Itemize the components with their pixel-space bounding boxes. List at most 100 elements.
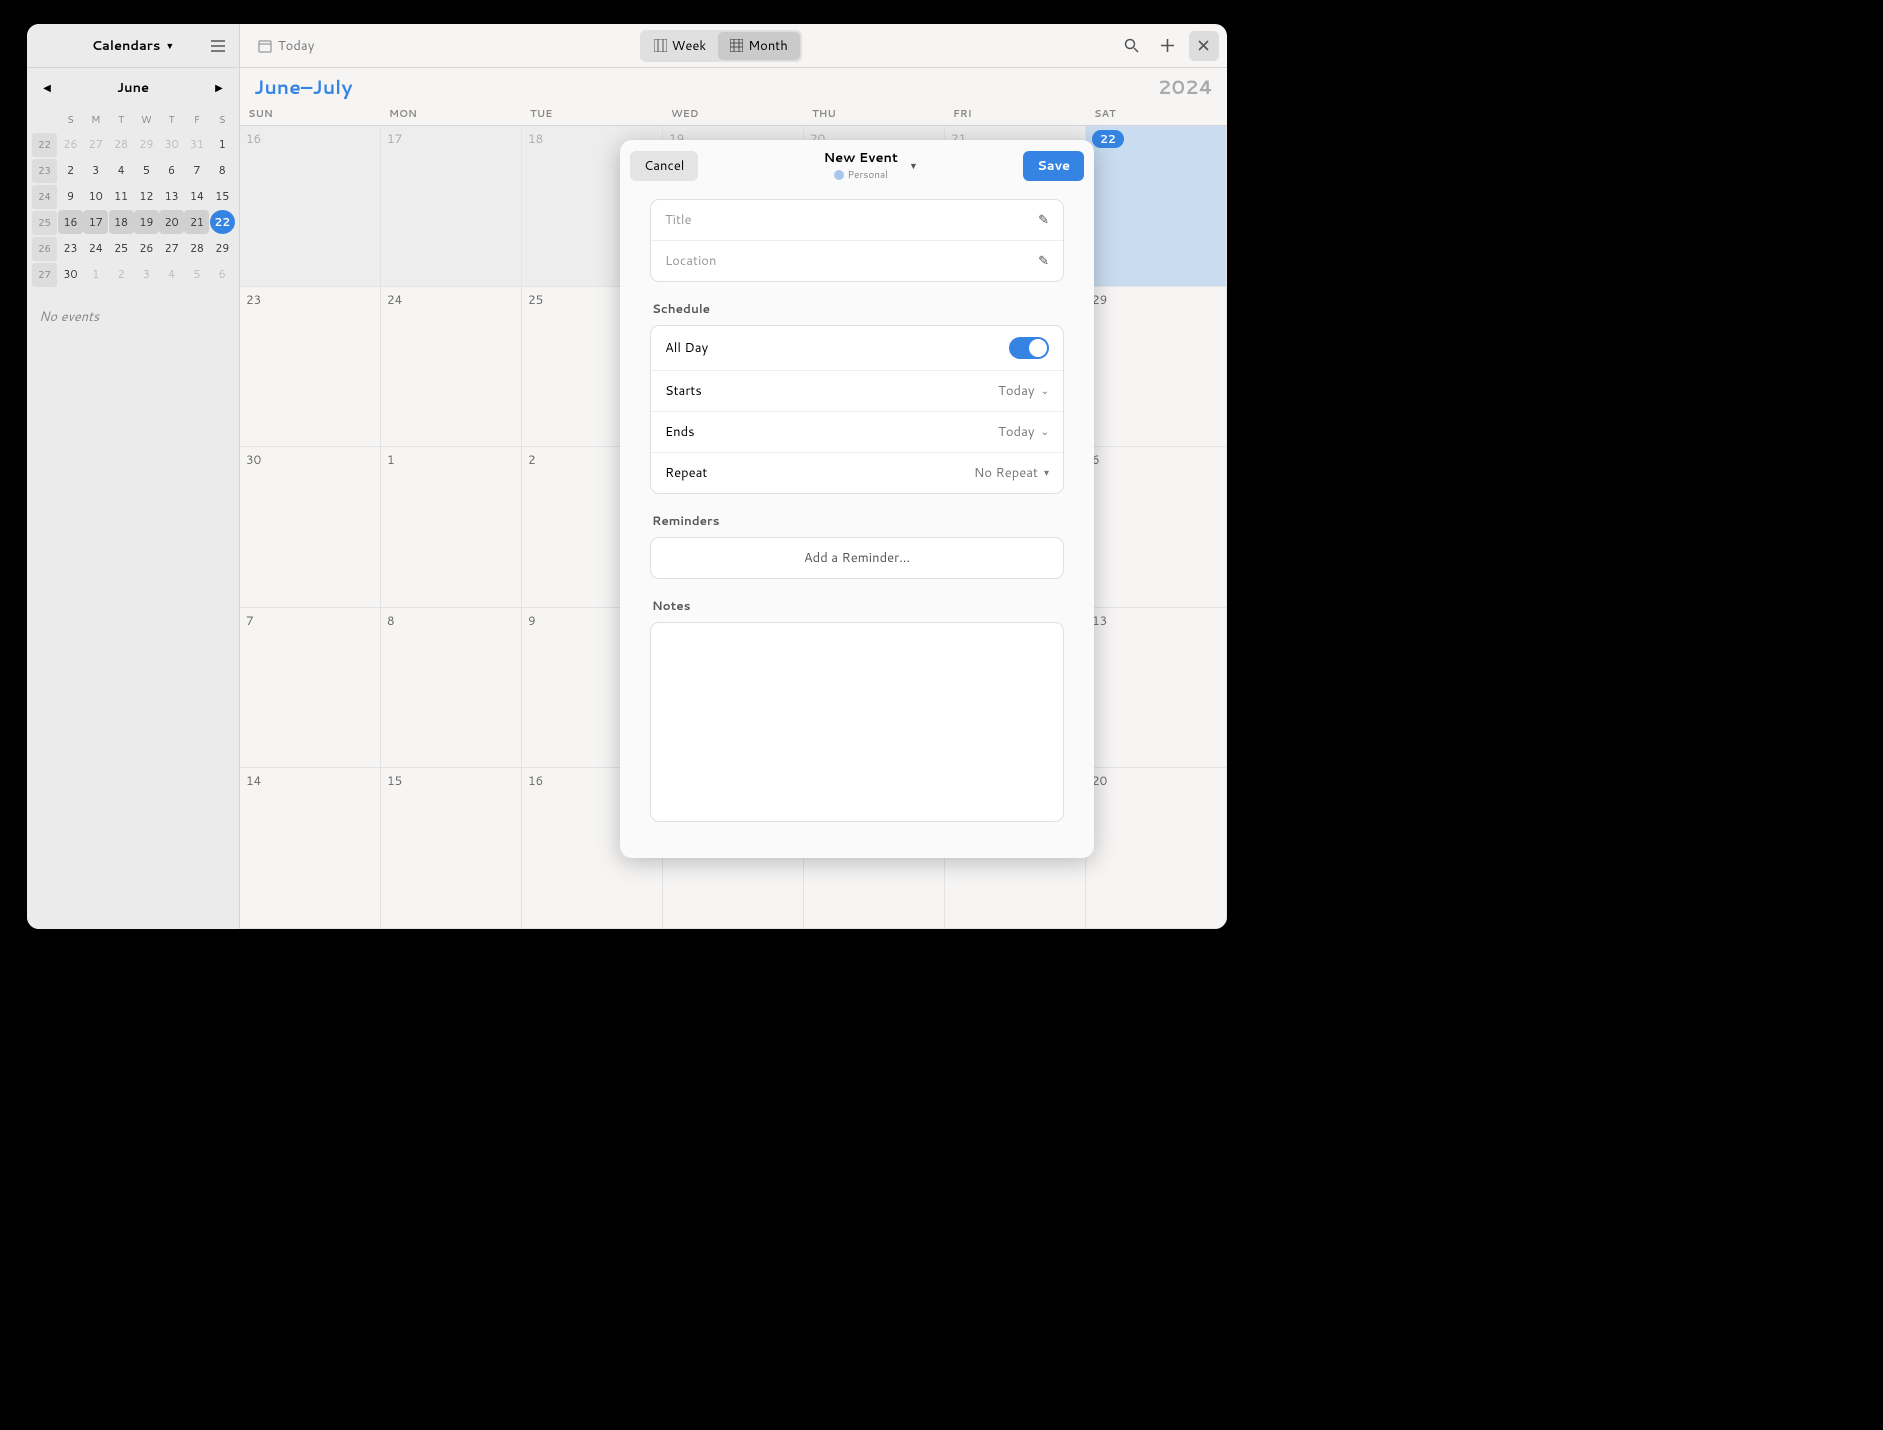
- mini-day[interactable]: 3: [83, 158, 108, 182]
- mini-day[interactable]: 3: [134, 262, 159, 286]
- mini-day[interactable]: 6: [159, 158, 184, 182]
- day-cell[interactable]: 24: [381, 287, 522, 448]
- day-cell[interactable]: 30: [240, 447, 381, 608]
- mini-dow: S: [210, 108, 235, 132]
- starts-row[interactable]: Starts Today⌄: [651, 371, 1063, 412]
- mini-day[interactable]: 18: [109, 210, 134, 234]
- topbar: Today Week Month: [240, 24, 1227, 68]
- mini-day[interactable]: 25: [109, 236, 134, 260]
- day-cell[interactable]: 22: [1086, 126, 1227, 287]
- next-month-button[interactable]: ▶: [209, 78, 229, 98]
- new-event-button[interactable]: [1153, 31, 1183, 61]
- cancel-button[interactable]: Cancel: [630, 151, 698, 181]
- prev-month-button[interactable]: ◀: [37, 78, 57, 98]
- starts-label: Starts: [665, 382, 702, 400]
- schedule-label: Schedule: [652, 300, 1062, 317]
- mini-day[interactable]: 8: [210, 158, 235, 182]
- close-button[interactable]: [1189, 31, 1219, 61]
- mini-calendar: ◀ June ▶ SMTWTFS222627282930311232345678…: [27, 68, 239, 294]
- mini-day[interactable]: 12: [134, 184, 159, 208]
- no-events-label: No events: [27, 294, 239, 340]
- day-cell[interactable]: 14: [240, 768, 381, 929]
- pencil-icon: ✎: [1038, 211, 1049, 229]
- mini-day[interactable]: 5: [184, 262, 209, 286]
- calendar-dropdown-icon[interactable]: ▼: [909, 159, 918, 172]
- month-view-button[interactable]: Month: [718, 32, 800, 60]
- popover-title: New Event: [824, 149, 898, 167]
- mini-day[interactable]: 4: [109, 158, 134, 182]
- mini-day[interactable]: 10: [83, 184, 108, 208]
- location-input[interactable]: [665, 252, 1038, 270]
- mini-day[interactable]: 14: [184, 184, 209, 208]
- day-cell[interactable]: 7: [240, 608, 381, 769]
- pencil-icon: ✎: [1038, 252, 1049, 270]
- mini-day[interactable]: 28: [184, 236, 209, 260]
- mini-day[interactable]: 29: [210, 236, 235, 260]
- search-button[interactable]: [1117, 31, 1147, 61]
- calendar-icon: [258, 39, 272, 53]
- day-cell[interactable]: 8: [381, 608, 522, 769]
- mini-day[interactable]: 23: [58, 236, 83, 260]
- chevron-down-icon: ⌄: [1041, 425, 1049, 439]
- month-icon: [730, 39, 743, 52]
- today-button[interactable]: Today: [248, 32, 324, 60]
- mini-day[interactable]: 15: [210, 184, 235, 208]
- day-cell[interactable]: 20: [1086, 768, 1227, 929]
- mini-day[interactable]: 27: [159, 236, 184, 260]
- mini-day[interactable]: 26: [134, 236, 159, 260]
- calendars-dropdown[interactable]: Calendars ▼: [92, 37, 174, 55]
- chevron-down-icon: ⌄: [1041, 384, 1049, 398]
- save-button[interactable]: Save: [1023, 151, 1084, 181]
- day-cell[interactable]: 29: [1086, 287, 1227, 448]
- day-cell[interactable]: 1: [381, 447, 522, 608]
- mini-dow: M: [83, 108, 108, 132]
- mini-day[interactable]: 11: [109, 184, 134, 208]
- mini-day[interactable]: 2: [109, 262, 134, 286]
- mini-day[interactable]: 28: [109, 132, 134, 156]
- repeat-value: No Repeat▾: [974, 464, 1049, 482]
- repeat-label: Repeat: [665, 464, 707, 482]
- mini-dow: T: [109, 108, 134, 132]
- day-cell[interactable]: 6: [1086, 447, 1227, 608]
- mini-day[interactable]: 16: [58, 210, 83, 234]
- mini-day[interactable]: 13: [159, 184, 184, 208]
- all-day-row: All Day: [651, 326, 1063, 371]
- ends-row[interactable]: Ends Today⌄: [651, 412, 1063, 453]
- mini-day[interactable]: 19: [134, 210, 159, 234]
- mini-day[interactable]: 2: [58, 158, 83, 182]
- mini-day[interactable]: 24: [83, 236, 108, 260]
- mini-day[interactable]: 7: [184, 158, 209, 182]
- mini-day[interactable]: 20: [159, 210, 184, 234]
- mini-day[interactable]: 30: [159, 132, 184, 156]
- mini-day[interactable]: 9: [58, 184, 83, 208]
- mini-day[interactable]: 4: [159, 262, 184, 286]
- day-cell[interactable]: 13: [1086, 608, 1227, 769]
- mini-day[interactable]: 1: [210, 132, 235, 156]
- notes-label: Notes: [652, 597, 1062, 614]
- notes-textarea[interactable]: [650, 622, 1064, 822]
- add-reminder-button[interactable]: Add a Reminder…: [650, 537, 1064, 579]
- mini-day[interactable]: 29: [134, 132, 159, 156]
- popover-body: ✎ ✎ Schedule All Day Starts Today⌄: [620, 191, 1094, 858]
- title-input[interactable]: [665, 211, 1038, 229]
- mini-day[interactable]: 21: [184, 210, 209, 234]
- all-day-toggle[interactable]: [1009, 337, 1049, 359]
- day-cell[interactable]: 15: [381, 768, 522, 929]
- mini-day[interactable]: 22: [210, 210, 235, 234]
- day-cell[interactable]: 23: [240, 287, 381, 448]
- week-view-button[interactable]: Week: [642, 32, 719, 60]
- mini-day[interactable]: 30: [58, 262, 83, 286]
- day-cell[interactable]: 17: [381, 126, 522, 287]
- mini-day[interactable]: 17: [83, 210, 108, 234]
- mini-day[interactable]: 5: [134, 158, 159, 182]
- sidebar-header: Calendars ▼: [27, 24, 239, 68]
- mini-day[interactable]: 6: [210, 262, 235, 286]
- mini-day[interactable]: 27: [83, 132, 108, 156]
- day-cell[interactable]: 16: [240, 126, 381, 287]
- weekday-label: SAT: [1086, 103, 1227, 125]
- menu-button[interactable]: [205, 33, 231, 59]
- mini-day[interactable]: 26: [58, 132, 83, 156]
- mini-day[interactable]: 1: [83, 262, 108, 286]
- mini-day[interactable]: 31: [184, 132, 209, 156]
- repeat-row[interactable]: Repeat No Repeat▾: [651, 453, 1063, 493]
